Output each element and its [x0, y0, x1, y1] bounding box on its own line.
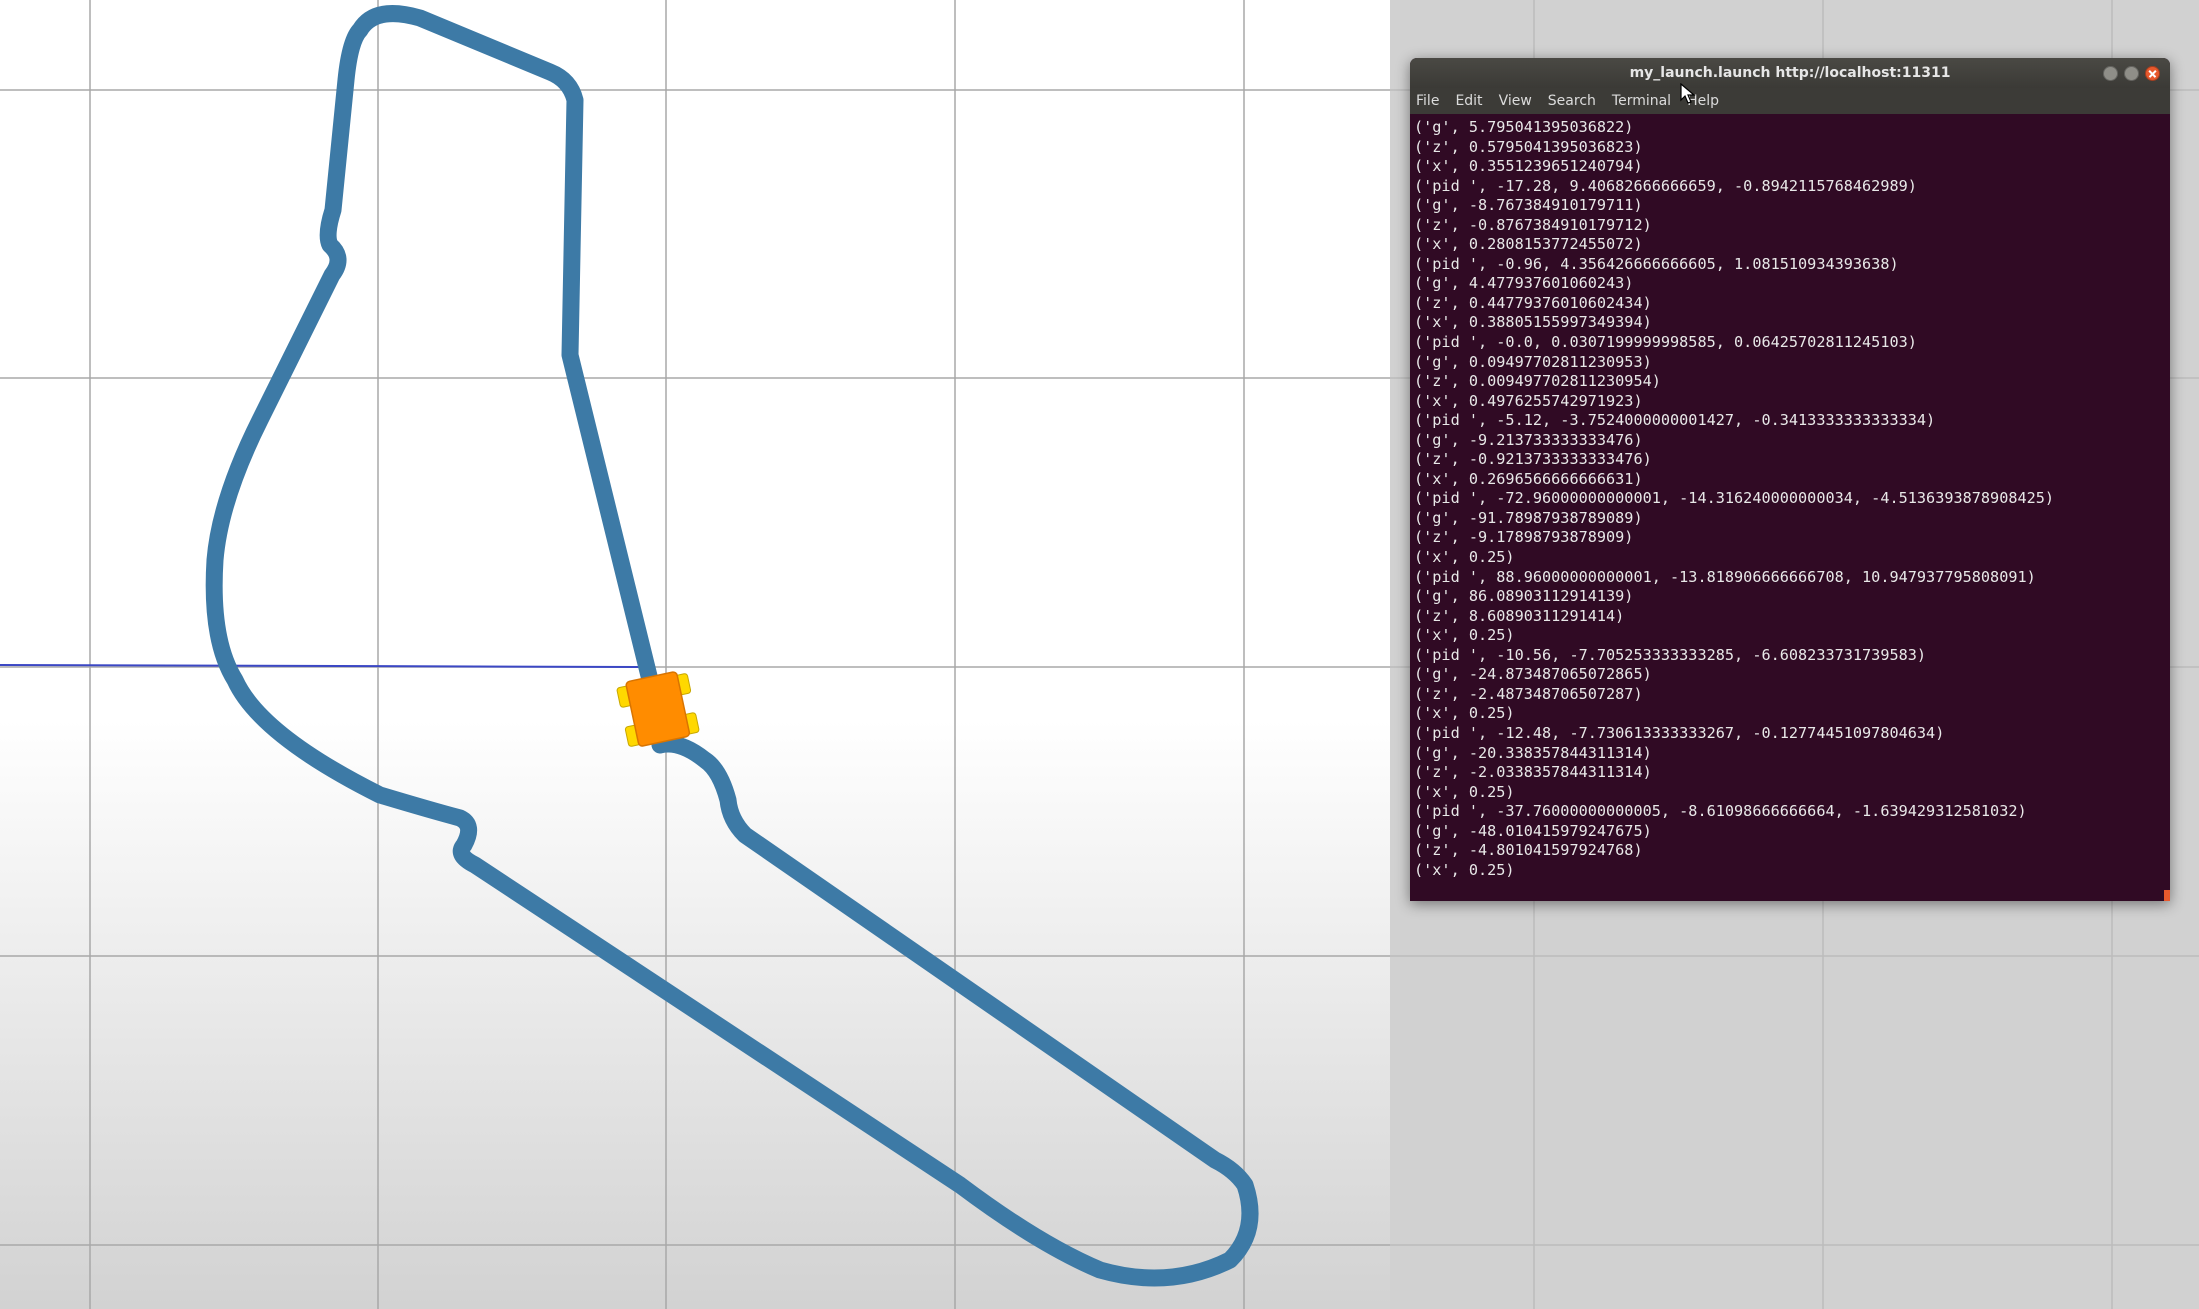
terminal-line: ('g', -9.213733333333476) — [1414, 430, 1643, 449]
terminal-line: ('z', -2.0338357844311314) — [1414, 763, 1652, 782]
maximize-button[interactable] — [2124, 66, 2139, 81]
terminal-output[interactable]: ('g', 5.795041395036822) ('z', 0.57950413… — [1414, 118, 2166, 898]
terminal-line: ('g', -48.010415979247675) — [1414, 821, 1652, 840]
terminal-line: ('z', -2.487348706507287) — [1414, 684, 1643, 703]
terminal-line: ('g', -8.767384910179711) — [1414, 196, 1643, 215]
minimize-button[interactable] — [2103, 66, 2118, 81]
close-button[interactable] — [2145, 66, 2160, 81]
terminal-line: ('z', -0.8767384910179712) — [1414, 215, 1652, 234]
terminal-line: ('g', 4.477937601060243) — [1414, 274, 1634, 293]
menu-search[interactable]: Search — [1548, 93, 1596, 109]
terminal-line: ('pid ', -37.76000000000005, -8.61098666… — [1414, 802, 2027, 821]
terminal-title-bar[interactable]: my_launch.launch http://localhost:11311 — [1410, 58, 2170, 88]
mouse-pointer-icon — [1680, 83, 1696, 104]
terminal-title: my_launch.launch http://localhost:11311 — [1629, 65, 1951, 81]
terminal-line: ('x', 0.25) — [1414, 548, 1515, 567]
menu-view[interactable]: View — [1499, 93, 1532, 109]
terminal-line: ('pid ', -17.28, 9.40682666666659, -0.89… — [1414, 176, 1917, 195]
ground-plane — [0, 0, 1390, 1309]
terminal-menu-bar: File Edit View Search Terminal Help — [1410, 88, 2170, 114]
terminal-line: ('g', -20.338357844311314) — [1414, 743, 1652, 762]
terminal-line: ('x', 0.4976255742971923) — [1414, 391, 1643, 410]
terminal-line: ('g', 0.09497702811230953) — [1414, 352, 1652, 371]
terminal-line: ('x', 0.25) — [1414, 704, 1515, 723]
terminal-line: ('x', 0.3551239651240794) — [1414, 157, 1643, 176]
terminal-line: ('z', 0.5795041395036823) — [1414, 137, 1643, 156]
terminal-line: ('x', 0.25) — [1414, 782, 1515, 801]
menu-terminal[interactable]: Terminal — [1612, 93, 1671, 109]
terminal-line: ('x', 0.25) — [1414, 626, 1515, 645]
terminal-line: ('z', -0.9213733333333476) — [1414, 450, 1652, 469]
terminal-line: ('x', 0.38805155997349394) — [1414, 313, 1652, 332]
terminal-line: ('z', -4.801041597924768) — [1414, 841, 1643, 860]
terminal-line: ('pid ', -10.56, -7.705253333333285, -6.… — [1414, 645, 1927, 664]
terminal-window[interactable]: my_launch.launch http://localhost:11311 … — [1410, 58, 2170, 901]
terminal-line: ('g', 86.08903112914139) — [1414, 587, 1634, 606]
terminal-line: ('pid ', -0.0, 0.0307199999998585, 0.064… — [1414, 333, 1917, 352]
terminal-line: ('g', 5.795041395036822) — [1414, 118, 1634, 136]
terminal-line: ('pid ', 88.96000000000001, -13.81890666… — [1414, 567, 2036, 586]
terminal-line: ('x', 0.2696566666666631) — [1414, 469, 1643, 488]
terminal-line: ('z', -9.17898793878909) — [1414, 528, 1634, 547]
terminal-line: ('z', 8.60890311291414) — [1414, 606, 1625, 625]
terminal-line: ('pid ', -0.96, 4.356426666666605, 1.081… — [1414, 254, 1899, 273]
menu-edit[interactable]: Edit — [1455, 93, 1482, 109]
terminal-scroll-marker[interactable] — [2164, 890, 2170, 901]
terminal-line: ('g', -91.78987938789089) — [1414, 508, 1643, 527]
terminal-line: ('z', 0.009497702811230954) — [1414, 372, 1661, 391]
terminal-line: ('x', 0.25) — [1414, 860, 1515, 879]
terminal-line: ('pid ', -72.96000000000001, -14.3162400… — [1414, 489, 2055, 508]
terminal-line: ('pid ', -5.12, -3.7524000000001427, -0.… — [1414, 411, 1936, 430]
terminal-line: ('pid ', -12.48, -7.730613333333267, -0.… — [1414, 723, 1945, 742]
terminal-line: ('g', -24.873487065072865) — [1414, 665, 1652, 684]
terminal-line: ('z', 0.44779376010602434) — [1414, 293, 1652, 312]
menu-file[interactable]: File — [1416, 93, 1439, 109]
terminal-line: ('x', 0.2808153772455072) — [1414, 235, 1643, 254]
